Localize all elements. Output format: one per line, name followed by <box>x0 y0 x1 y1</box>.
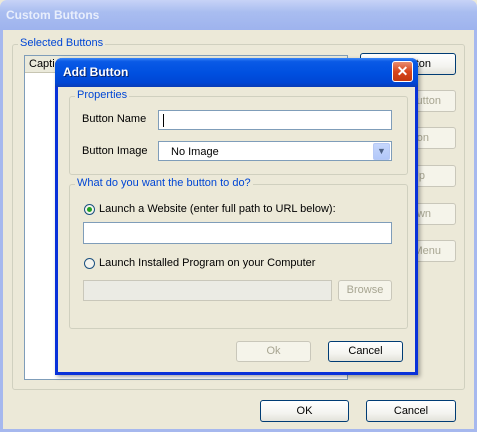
properties-legend: Properties <box>75 89 130 101</box>
button-image-value: No Image <box>171 146 219 158</box>
outer-window-title: Custom Buttons <box>6 8 100 22</box>
outer-title-bar[interactable]: Custom Buttons <box>0 0 477 30</box>
button-image-select[interactable]: No Image ▼ <box>158 141 392 161</box>
url-input[interactable] <box>83 222 392 244</box>
chevron-down-icon[interactable]: ▼ <box>373 143 390 160</box>
add-button-dialog: Add Button ✕ Properties Button Name Butt… <box>55 58 418 375</box>
dialog-title-bar[interactable]: Add Button ✕ <box>55 58 418 87</box>
button-name-input[interactable] <box>158 110 392 130</box>
text-caret <box>163 114 164 127</box>
dialog-cancel-button[interactable]: Cancel <box>328 341 403 362</box>
launch-program-label[interactable]: Launch Installed Program on your Compute… <box>99 257 315 269</box>
button-image-label: Button Image <box>82 145 148 157</box>
ok-button[interactable]: OK <box>260 400 349 422</box>
dialog-ok-button[interactable]: Ok <box>236 341 311 362</box>
action-legend: What do you want the button to do? <box>75 177 253 189</box>
list-header-caption: Capti <box>29 58 55 70</box>
browse-button[interactable]: Browse <box>338 280 392 301</box>
launch-website-label[interactable]: Launch a Website (enter full path to URL… <box>99 203 336 215</box>
button-name-label: Button Name <box>82 113 147 125</box>
selected-buttons-legend: Selected Buttons <box>18 37 106 49</box>
radio-selected-dot <box>87 207 92 212</box>
program-path-input[interactable] <box>83 280 332 301</box>
cancel-button[interactable]: Cancel <box>366 400 456 422</box>
dialog-title: Add Button <box>63 65 129 79</box>
launch-website-radio[interactable] <box>84 204 95 215</box>
close-icon[interactable]: ✕ <box>392 61 413 82</box>
properties-group: Properties <box>69 89 408 175</box>
launch-program-radio[interactable] <box>84 258 95 269</box>
